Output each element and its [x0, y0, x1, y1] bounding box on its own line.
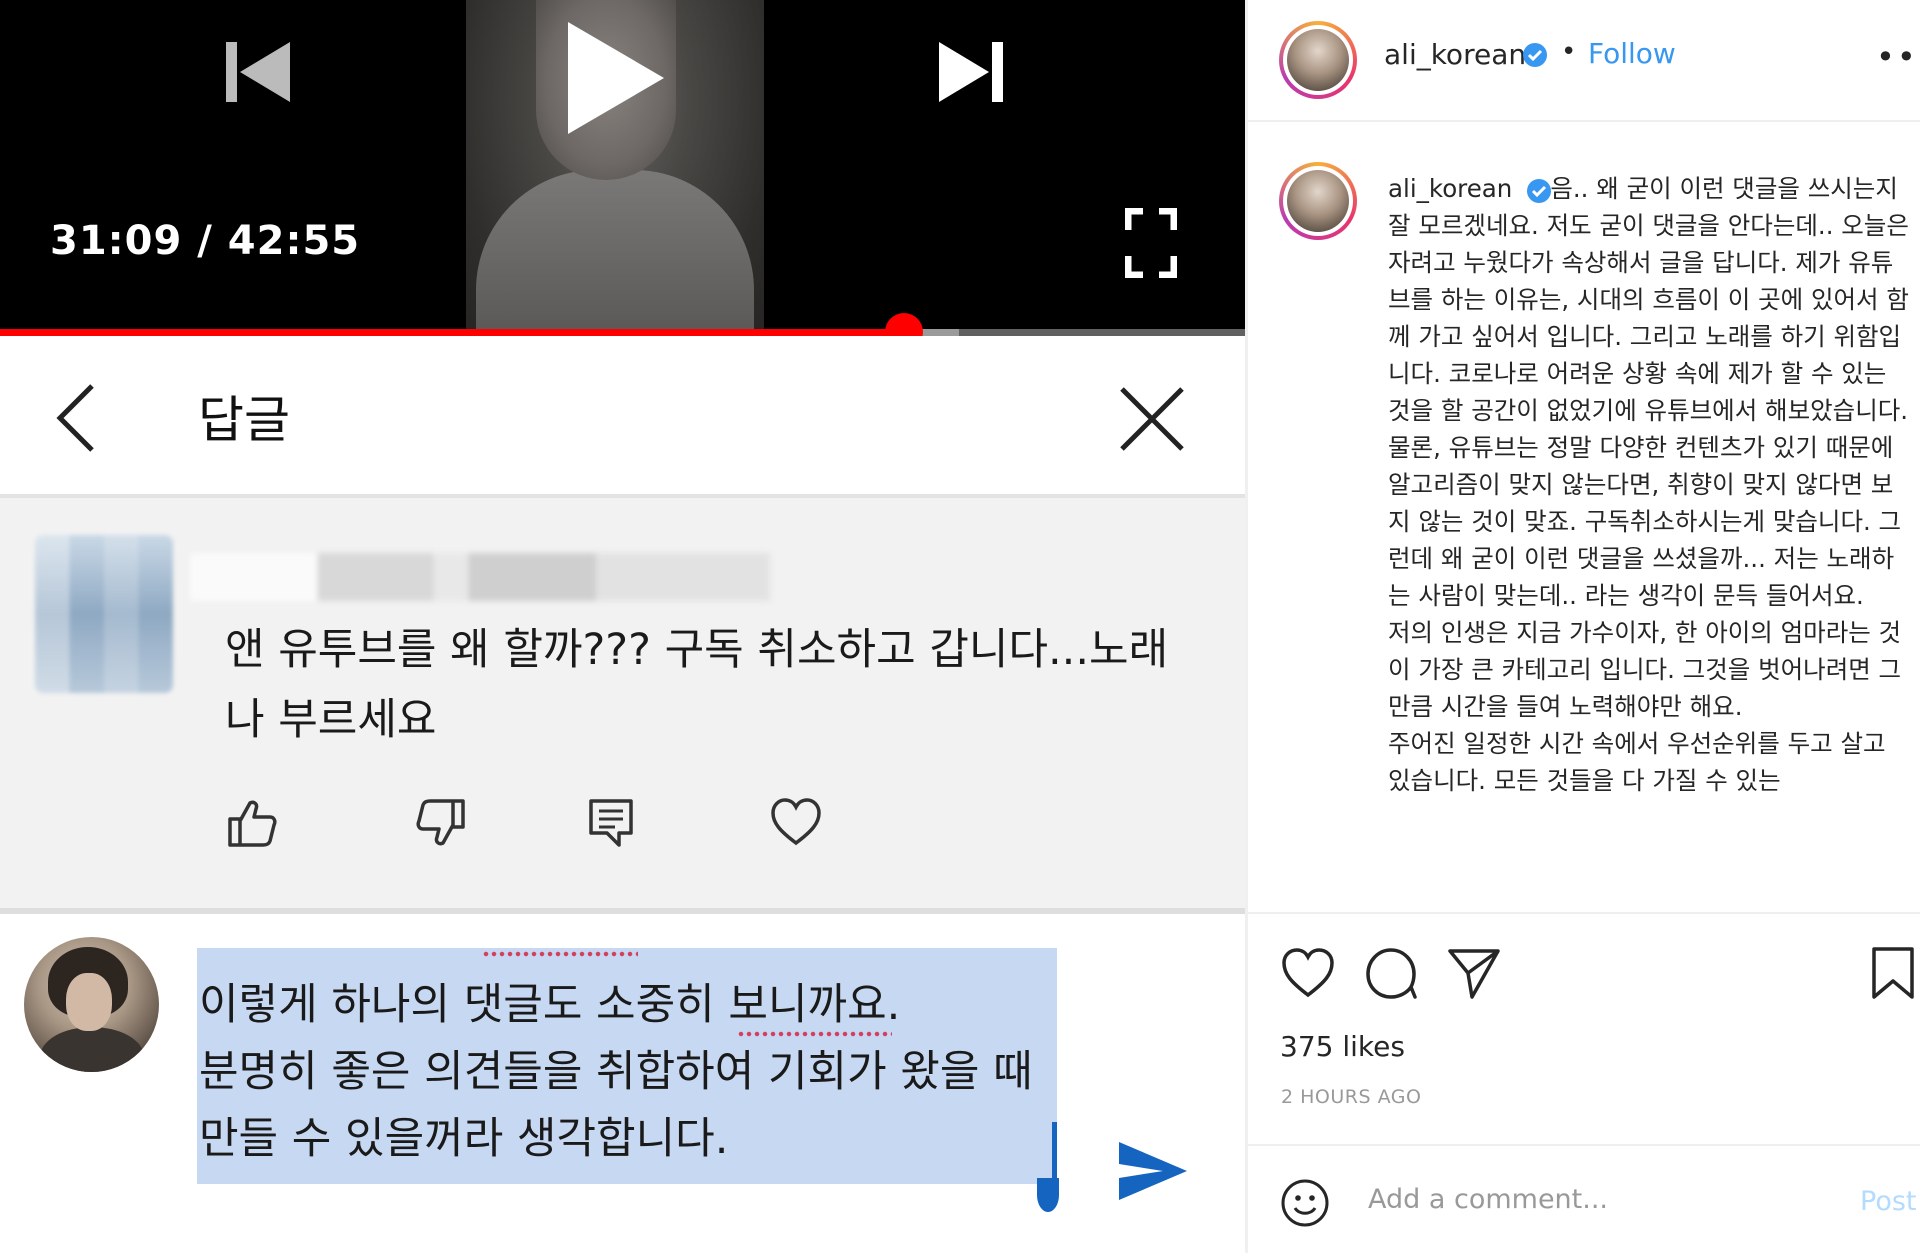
divider: [1248, 1144, 1920, 1146]
reply-input-line: 이렇게 하나의 댓글도 소중히 보니까요.: [199, 980, 901, 1030]
post-header: ali_korean • Follow •••: [1248, 0, 1920, 122]
username-link[interactable]: ali_korean: [1384, 38, 1526, 71]
spellcheck-underline: [482, 950, 638, 958]
divider: [1248, 912, 1920, 914]
back-icon[interactable]: [52, 382, 100, 454]
progress-bar[interactable]: [0, 329, 1245, 336]
verified-badge-icon: [1523, 43, 1547, 67]
time-display: 31:09 / 42:55: [50, 218, 361, 264]
caption-avatar[interactable]: [1279, 162, 1357, 240]
reply-input[interactable]: 이렇게 하나의 댓글도 소중히 보니까요. 분명히 좋은 의견들을 취합하여 기…: [199, 972, 1079, 1173]
follow-button[interactable]: Follow: [1588, 37, 1676, 70]
next-icon[interactable]: [935, 38, 1007, 106]
user-avatar: [24, 937, 159, 1072]
instagram-panel: ali_korean • Follow ••• ali_korean음.. 왜 …: [1245, 0, 1920, 1253]
caption-username[interactable]: ali_korean: [1388, 174, 1512, 203]
heart-icon[interactable]: [770, 797, 822, 849]
thumbs-up-icon[interactable]: [226, 797, 278, 849]
youtube-panel: 31:09 / 42:55 답글 앤 유투브를 왜 할까??? 구독 취소하고 …: [0, 0, 1245, 1253]
comment-text: 앤 유투브를 왜 할까??? 구독 취소하고 갑니다...노래나 부르세요: [225, 625, 1169, 745]
like-heart-icon[interactable]: [1280, 945, 1336, 1001]
bookmark-icon[interactable]: [1870, 945, 1916, 1001]
replies-title: 답글: [198, 391, 290, 449]
separator-dot: •: [1561, 37, 1577, 67]
post-timestamp: 2 HOURS AGO: [1281, 1086, 1422, 1108]
caption-paragraph: 주어진 일정한 시간 속에서 우선순위를 두고 살고 있습니다. 모든 것들을 …: [1388, 729, 1886, 795]
profile-avatar[interactable]: [1279, 21, 1357, 99]
likes-count[interactable]: 375 likes: [1280, 1030, 1405, 1063]
previous-icon[interactable]: [222, 38, 294, 106]
comment-bubble-icon[interactable]: [1363, 945, 1419, 1001]
thumbs-down-icon[interactable]: [415, 797, 467, 849]
reply-input-line: 만들 수 있을꺼라 생각합니다.: [199, 1114, 729, 1164]
commenter-name-blurred: [190, 553, 770, 601]
caption-paragraph: ali_korean 음.. 왜 굳이 이런 댓글을 쓰시는지 잘 모르겠네요. …: [1388, 174, 1909, 610]
replies-header: [0, 336, 1245, 494]
send-icon[interactable]: [1117, 1140, 1189, 1202]
fullscreen-icon[interactable]: [1125, 208, 1177, 278]
video-player[interactable]: 31:09 / 42:55: [0, 0, 1245, 333]
reply-comment-icon[interactable]: [585, 797, 637, 849]
caption-paragraph: 저의 인생은 지금 가수이자, 한 아이의 엄마라는 것이 가장 큰 카테고리 …: [1388, 618, 1902, 721]
post-caption: ali_korean 음.. 왜 굳이 이런 댓글을 쓰시는지 잘 모르겠네요. …: [1388, 170, 1913, 910]
add-comment-input[interactable]: [1366, 1183, 1790, 1216]
play-icon[interactable]: [560, 18, 668, 138]
progress-played: [0, 329, 904, 336]
post-comment-button[interactable]: Post: [1860, 1186, 1917, 1217]
spellcheck-underline: [737, 1030, 892, 1038]
close-icon[interactable]: [1118, 385, 1186, 453]
selection-handle-knob[interactable]: [1037, 1178, 1059, 1212]
commenter-avatar-blurred: [35, 535, 173, 693]
reply-input-line: 분명히 좋은 의견들을 취합하여 기회가 왔을 때: [199, 1047, 1033, 1097]
more-options-button[interactable]: •••: [1876, 38, 1920, 76]
emoji-icon[interactable]: [1280, 1178, 1330, 1228]
share-send-icon[interactable]: [1446, 945, 1502, 1001]
